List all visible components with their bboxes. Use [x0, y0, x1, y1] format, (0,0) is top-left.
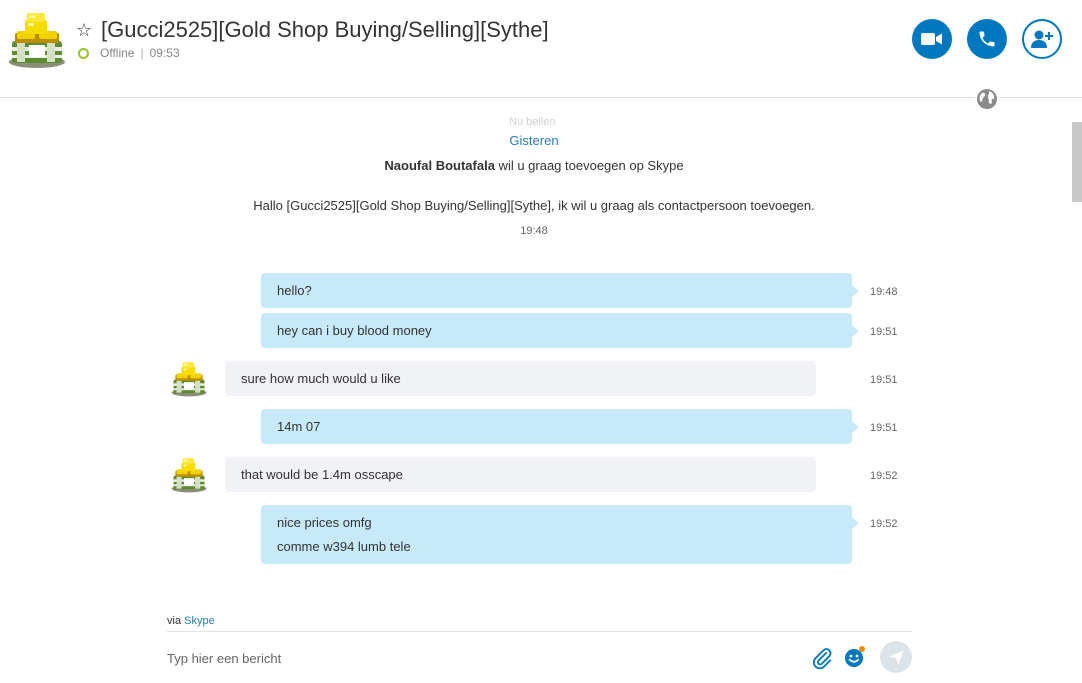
incoming-message-bubble[interactable]: sure how much would u like [225, 361, 816, 396]
contact-avatar[interactable] [7, 11, 67, 69]
add-people-button[interactable] [1022, 19, 1062, 59]
outgoing-message-bubble[interactable]: 14m 07 [261, 409, 859, 444]
message-text: hey can i buy blood money [277, 322, 432, 338]
send-icon [888, 650, 904, 665]
request-time: 19:48 [520, 225, 548, 237]
outgoing-message-bubble[interactable]: hello? [261, 273, 859, 308]
via-label: via Skype [167, 615, 215, 627]
message-time: 19:51 [870, 422, 898, 434]
message-text: nice prices omfg [277, 514, 372, 530]
video-call-button[interactable] [912, 19, 952, 59]
contact-title[interactable]: [Gucci2525][Gold Shop Buying/Selling][Sy… [101, 17, 549, 43]
send-button[interactable] [880, 641, 912, 673]
contact-avatar-small[interactable] [170, 457, 208, 493]
star-icon[interactable]: ☆ [76, 20, 92, 40]
video-camera-icon [921, 33, 942, 45]
date-separator: Gisteren [509, 133, 559, 148]
outgoing-message-bubble[interactable]: nice prices omfg comme w394 lumb tele [261, 505, 859, 564]
message-text: 14m 07 [277, 418, 321, 434]
request-notice-text: wil u graag toevoegen op Skype [494, 158, 684, 173]
status-separator: | [140, 46, 144, 60]
via-prefix: via [167, 615, 185, 627]
message-time: 19:51 [870, 326, 898, 338]
compose-divider [167, 631, 912, 632]
message-text: sure how much would u like [241, 370, 401, 386]
status-time: 09:53 [149, 46, 180, 60]
contact-avatar-small[interactable] [170, 361, 208, 397]
emoji-icon[interactable] [843, 645, 867, 669]
message-text: comme w394 lumb tele [277, 538, 411, 554]
contact-request-notice: Naoufal Boutafala wil u graag toevoegen … [0, 158, 1068, 173]
message-time: 19:52 [870, 518, 898, 530]
message-text: that would be 1.4m osscape [241, 466, 403, 482]
paperclip-icon[interactable] [810, 646, 834, 670]
incoming-message-bubble[interactable]: that would be 1.4m osscape [225, 457, 816, 492]
message-time: 19:48 [870, 286, 898, 298]
add-person-icon [1031, 30, 1053, 48]
outgoing-message-bubble[interactable]: hey can i buy blood money [261, 313, 859, 348]
globe-icon[interactable] [975, 87, 999, 111]
phone-icon [979, 31, 995, 47]
status-indicator-icon [78, 47, 89, 59]
via-skype-link[interactable]: Skype [184, 615, 215, 627]
message-input[interactable]: Typ hier een bericht [167, 651, 281, 666]
request-sender-name: Naoufal Boutafala [384, 158, 495, 173]
status-row: Offline | 09:53 [78, 46, 180, 60]
scrollbar-thumb[interactable] [1072, 122, 1082, 202]
message-time: 19:51 [870, 374, 898, 386]
message-text: hello? [277, 282, 312, 298]
faded-top-label: Nu bellen [509, 116, 556, 128]
message-time: 19:52 [870, 470, 898, 482]
contact-request-message: Hallo [Gucci2525][Gold Shop Buying/Selli… [253, 198, 815, 213]
chat-header: ☆ [Gucci2525][Gold Shop Buying/Selling][… [0, 0, 1082, 98]
audio-call-button[interactable] [967, 19, 1007, 59]
status-text: Offline [100, 46, 135, 60]
